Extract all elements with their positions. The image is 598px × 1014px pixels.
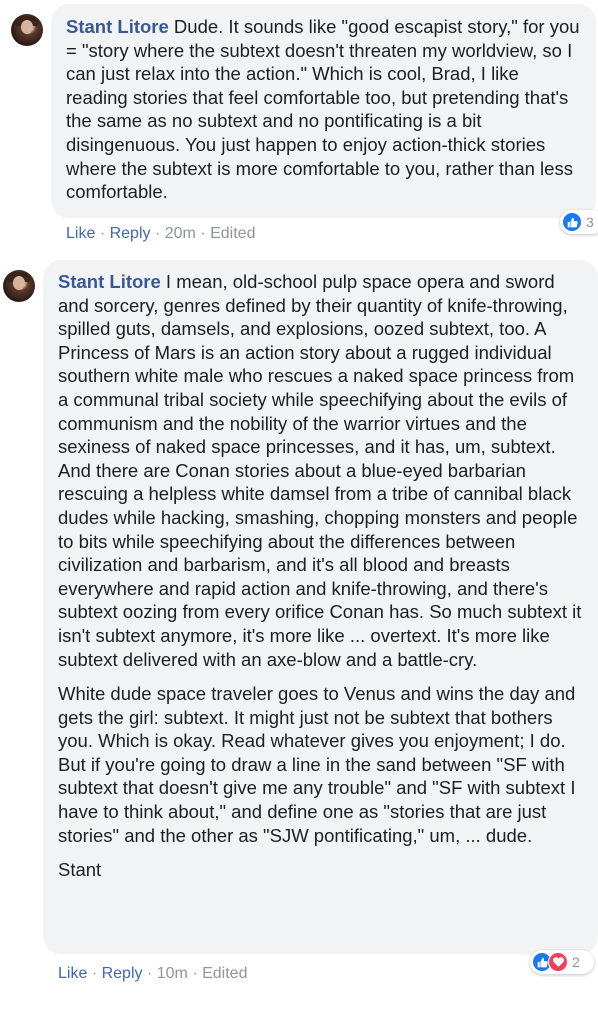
reactions-summary[interactable]: 2 — [530, 950, 594, 974]
comment-body: Stant Litore Dude. It sounds like "good … — [66, 15, 582, 204]
edited-label[interactable]: Edited — [202, 965, 247, 982]
comment-actions: Like · Reply · 10m · Edited — [58, 965, 247, 983]
like-icon — [562, 212, 582, 232]
comment-actions: Like · Reply · 20m · Edited — [66, 225, 255, 243]
comment-author[interactable]: Stant Litore — [58, 271, 161, 292]
comment-signature: Stant — [58, 859, 102, 881]
separator: · — [99, 225, 106, 242]
separator: · — [154, 225, 161, 242]
avatar[interactable] — [11, 14, 43, 46]
separator: · — [200, 225, 206, 242]
comment-text: Dude. It sounds like "good escapist stor… — [66, 16, 580, 203]
comment-text: I mean, old-school pulp space opera and … — [58, 271, 582, 670]
comment-body: Stant Litore I mean, old-school pulp spa… — [58, 270, 586, 671]
avatar-face — [13, 276, 25, 290]
comment-author[interactable]: Stant Litore — [66, 16, 169, 37]
edited-label[interactable]: Edited — [210, 225, 255, 242]
heart-icon — [548, 952, 568, 972]
reply-link[interactable]: Reply — [110, 225, 151, 242]
separator: · — [91, 965, 98, 982]
reactions-summary[interactable]: 3 — [560, 210, 598, 234]
reply-link[interactable]: Reply — [102, 965, 143, 982]
comment: Stant Litore I mean, old-school pulp spa… — [0, 260, 598, 1014]
comment-bubble: Stant Litore Dude. It sounds like "good … — [51, 4, 596, 218]
avatar-face — [21, 20, 33, 34]
comment-timestamp[interactable]: 20m — [165, 225, 196, 242]
comment-timestamp[interactable]: 10m — [157, 965, 188, 982]
reaction-count: 3 — [586, 214, 594, 230]
separator: · — [146, 965, 153, 982]
like-link[interactable]: Like — [58, 965, 87, 982]
comment: Stant Litore Dude. It sounds like "good … — [0, 0, 598, 260]
avatar[interactable] — [3, 270, 35, 302]
reaction-count: 2 — [572, 954, 580, 970]
separator: · — [192, 965, 198, 982]
like-link[interactable]: Like — [66, 225, 95, 242]
comment-paragraph: White dude space traveler goes to Venus … — [58, 683, 576, 846]
comment-bubble: Stant Litore I mean, old-school pulp spa… — [43, 260, 598, 954]
